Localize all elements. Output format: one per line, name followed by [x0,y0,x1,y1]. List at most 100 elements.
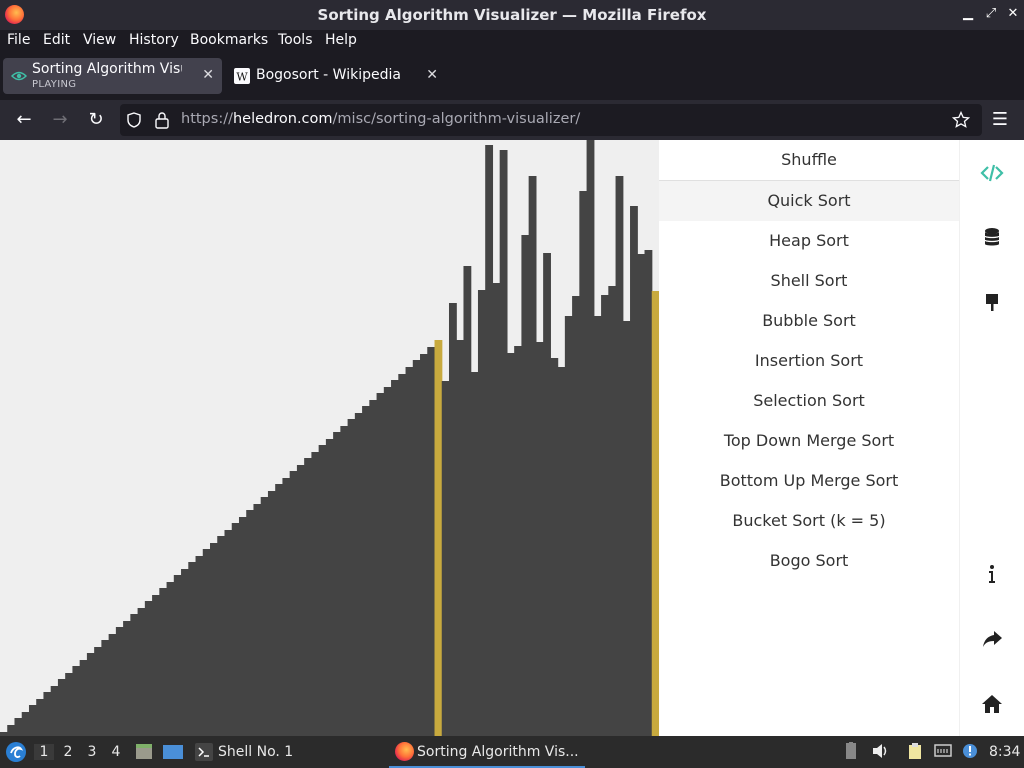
bar [492,283,501,736]
bar [333,432,341,736]
workspace-3[interactable]: 3 [82,744,102,760]
workspace-1[interactable]: 1 [34,744,54,760]
home-icon[interactable] [980,692,1004,716]
bar [289,471,298,736]
menu-help[interactable]: Help [325,32,357,48]
lock-icon[interactable] [154,111,170,129]
hamburger-menu-icon[interactable]: ☰ [988,108,1012,132]
bar [412,360,421,736]
terminal-icon [195,743,213,761]
window-title: Sorting Algorithm Visualizer — Mozilla F… [317,6,707,24]
paintbrush-icon[interactable] [980,291,1004,315]
taskbar-terminal-window[interactable]: Shell No. 1 [218,744,293,760]
heap-sort-button[interactable]: Heap Sort [659,221,959,261]
bar [485,145,494,736]
show-desktop-icon[interactable] [162,742,184,762]
bar [86,653,95,736]
bar [260,497,269,736]
bar [477,290,486,736]
maximize-button[interactable]: ⤢ [983,6,999,21]
share-icon[interactable] [980,627,1004,651]
right-sidebar [959,140,1024,736]
reload-icon[interactable]: ↻ [84,108,108,132]
bar [318,445,327,736]
forward-arrow-icon[interactable]: → [48,108,72,132]
insertion-sort-button[interactable]: Insertion Sort [659,341,959,381]
notification-icon[interactable] [961,742,979,760]
bar [506,353,515,736]
tab-sorting-visualizer[interactable]: Sorting Algorithm Visualizer PLAYING ✕ [3,58,222,94]
workspace-2[interactable]: 2 [58,744,78,760]
bubble-sort-button[interactable]: Bubble Sort [659,301,959,341]
code-icon[interactable] [980,161,1004,185]
clipboard-icon[interactable] [906,742,924,760]
database-icon[interactable] [980,226,1004,250]
tab-close-icon[interactable]: ✕ [426,67,438,83]
url-bar[interactable]: https://heledron.com/misc/sorting-algori… [120,104,982,136]
bar [347,419,356,736]
menu-history[interactable]: History [129,32,179,48]
quick-sort-button[interactable]: Quick Sort [659,181,959,221]
bar [369,400,378,736]
bar [354,413,363,736]
info-icon[interactable] [980,562,1004,586]
bar [296,465,305,736]
shell-sort-button[interactable]: Shell Sort [659,261,959,301]
menu-tools[interactable]: Tools [278,32,313,48]
bogo-sort-button[interactable]: Bogo Sort [659,541,959,581]
volume-icon[interactable] [871,742,889,760]
url-text[interactable]: https://heledron.com/misc/sorting-algori… [181,111,580,127]
bar [427,347,436,736]
bar [21,712,30,736]
network-icon[interactable] [934,742,952,760]
bar [622,321,631,736]
bar [557,367,566,736]
bar [43,692,52,736]
shuffle-button[interactable]: Shuffle [659,140,959,180]
file-manager-icon[interactable] [134,742,154,762]
bucket-sort-button[interactable]: Bucket Sort (k = 5) [659,501,959,541]
wikipedia-icon: W [234,68,250,84]
bar [267,491,276,736]
workspace-4[interactable]: 4 [106,744,126,760]
bottom-up-merge-sort-button[interactable]: Bottom Up Merge Sort [659,461,959,501]
bar [391,380,399,736]
bar [543,253,551,736]
bookmark-star-icon[interactable] [952,111,970,129]
bar [383,387,392,736]
battery-icon[interactable] [842,742,860,760]
bar [601,295,609,736]
menu-view[interactable]: View [83,32,116,48]
menu-edit[interactable]: Edit [43,32,70,48]
shield-icon[interactable] [126,112,142,128]
sorting-visualizer-canvas [0,140,659,736]
menu-file[interactable]: File [7,32,30,48]
bar [448,303,457,736]
close-window-button[interactable]: ✕ [1005,6,1021,21]
taskbar-firefox-window[interactable]: Sorting Algorithm Vis... [389,736,585,768]
bar [246,510,255,736]
bar [144,601,153,736]
bar [159,588,168,736]
bar [108,634,117,736]
menu-bookmarks[interactable]: Bookmarks [190,32,268,48]
top-down-merge-sort-button[interactable]: Top Down Merge Sort [659,421,959,461]
back-arrow-icon[interactable]: ← [12,108,36,132]
bar [115,627,124,736]
selection-sort-button[interactable]: Selection Sort [659,381,959,421]
bar [499,150,508,736]
bar [28,705,37,736]
tab-close-icon[interactable]: ✕ [202,67,214,83]
tab-bogosort-wikipedia[interactable]: W Bogosort - Wikipedia ✕ [226,58,446,94]
bar [14,718,23,736]
bar [152,595,160,736]
sort-algorithm-menu: Shuffle Quick Sort Heap Sort Shell Sort … [659,140,959,736]
page-content: Shuffle Quick Sort Heap Sort Shell Sort … [0,140,1024,736]
taskbar-firefox-label: Sorting Algorithm Vis... [417,744,579,760]
svg-text:W: W [236,71,248,84]
bar [644,250,653,736]
minimize-button[interactable]: ▁ [960,6,976,21]
bar [340,426,349,736]
bar [101,640,110,736]
start-menu-icon[interactable] [5,741,27,763]
